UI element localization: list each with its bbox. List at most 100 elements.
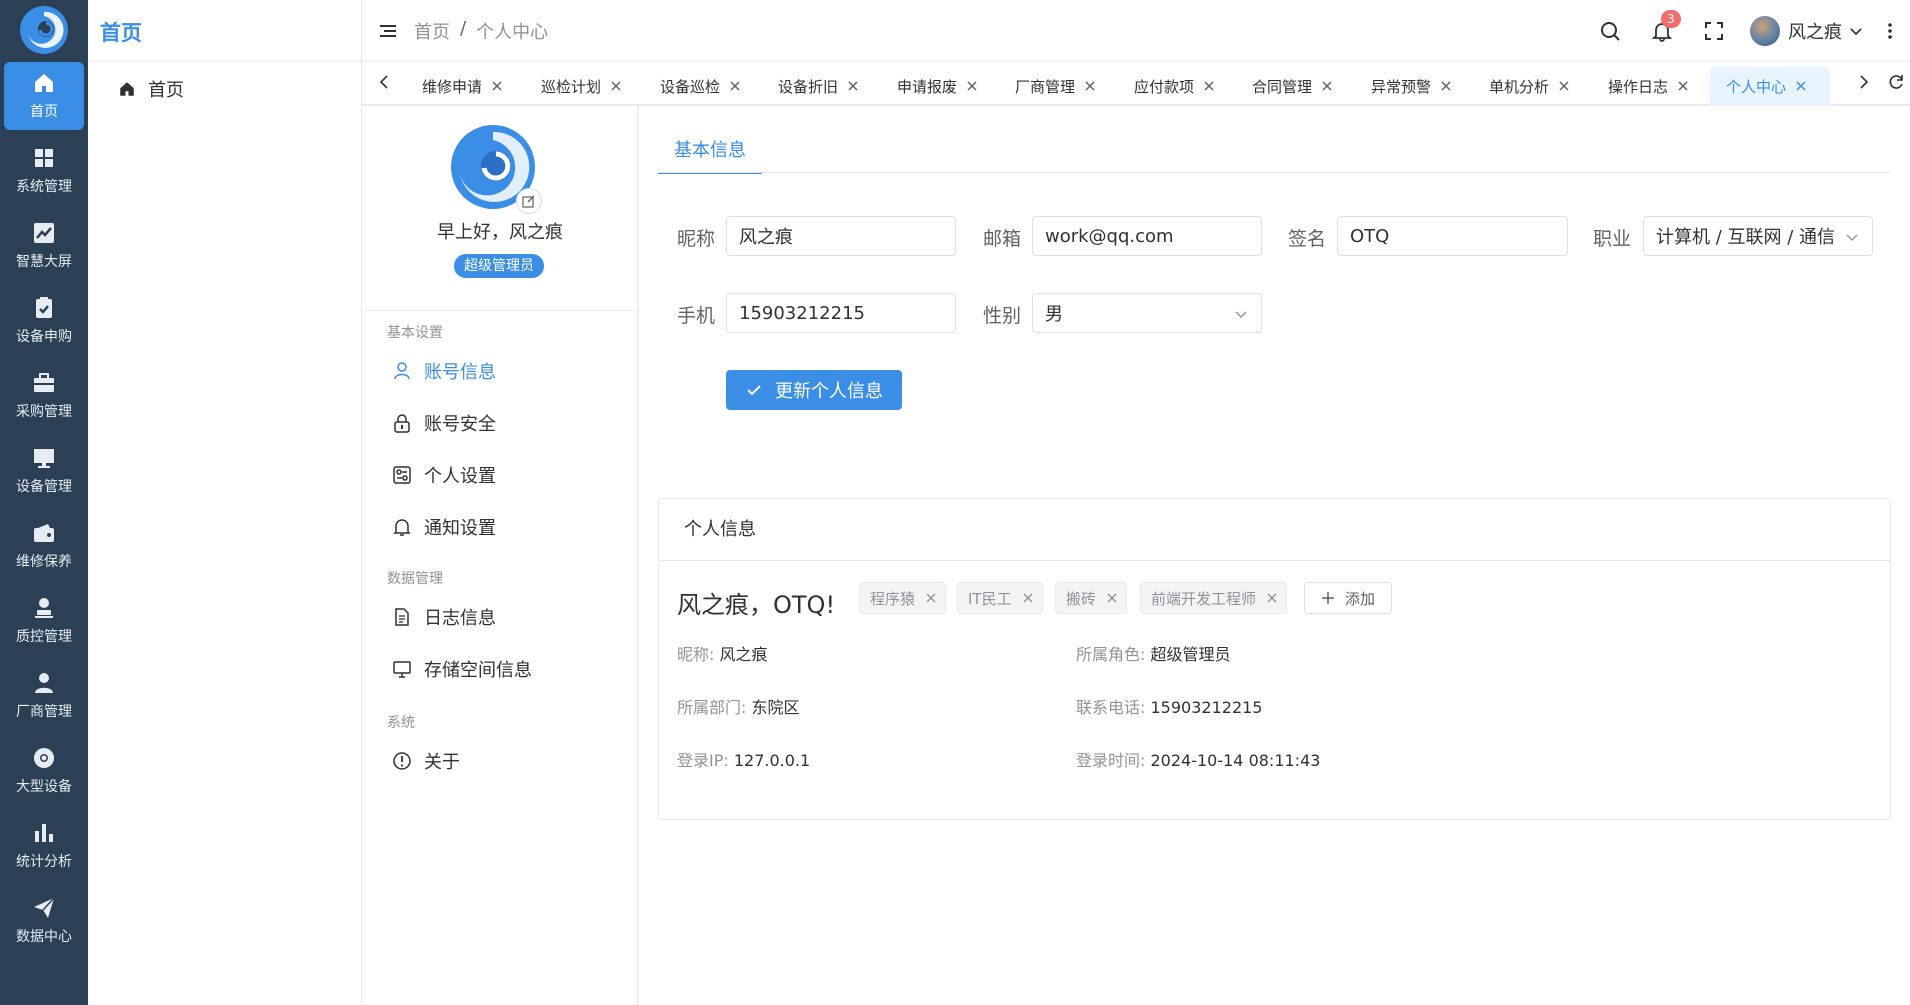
submenu-item-home[interactable]: 首页 <box>88 64 361 114</box>
chevron-down-icon[interactable] <box>1848 23 1864 39</box>
info-key: 登录时间: <box>1076 751 1146 770</box>
close-icon[interactable] <box>1106 592 1118 604</box>
tab-scrap-request[interactable]: 申请报废 <box>881 67 991 105</box>
gender-select[interactable]: 男 <box>1032 293 1262 333</box>
close-icon[interactable] <box>1439 79 1453 93</box>
close-icon[interactable] <box>1320 79 1334 93</box>
tab-inspection-plan[interactable]: 巡检计划 <box>525 67 635 105</box>
nav-label: 存储空间信息 <box>424 660 532 681</box>
breadcrumb-separator: / <box>460 17 467 39</box>
nav-personal-settings[interactable]: 个人设置 <box>392 460 496 490</box>
nav-account-security[interactable]: 账号安全 <box>392 408 496 438</box>
info-value: 风之痕 <box>719 645 768 664</box>
phone-value: 15903212215 <box>739 302 865 324</box>
rail-item-data-center[interactable]: 数据中心 <box>4 887 84 955</box>
tab-vendor-management[interactable]: 厂商管理 <box>999 67 1109 105</box>
chevron-down-icon <box>1846 234 1858 241</box>
job-value: 计算机 / 互联网 / 通信 <box>1656 227 1836 248</box>
nav-storage-info[interactable]: 存储空间信息 <box>392 654 532 684</box>
info-circle-icon <box>393 752 411 770</box>
rail-item-dashboard[interactable]: 智慧大屏 <box>4 212 84 280</box>
breadcrumb-home[interactable]: 首页 <box>414 18 450 44</box>
personal-info-card: 个人信息 风之痕，OTQ! 程序猿 IT民工 搬砖 前端开发工程师 添加 昵称:… <box>658 498 1891 820</box>
add-tag-button[interactable]: 添加 <box>1304 582 1392 614</box>
info-key: 联系电话: <box>1076 698 1146 717</box>
tab-depreciation[interactable]: 设备折旧 <box>762 67 872 105</box>
signature-value: OTQ <box>1350 225 1390 247</box>
rail-item-quality[interactable]: 质控管理 <box>4 587 84 655</box>
notification-button[interactable]: 3 <box>1651 10 1681 42</box>
close-icon[interactable] <box>1022 592 1034 604</box>
tab-basic-info[interactable]: 基本信息 <box>658 136 762 174</box>
nav-label: 账号信息 <box>424 362 496 383</box>
close-icon[interactable] <box>1557 79 1571 93</box>
header-username[interactable]: 风之痕 <box>1788 18 1842 44</box>
email-field[interactable]: work@qq.com <box>1032 216 1262 256</box>
edit-icon <box>522 195 535 208</box>
search-icon[interactable] <box>1599 20 1621 42</box>
close-icon[interactable] <box>1202 79 1216 93</box>
avatar[interactable] <box>1750 16 1780 46</box>
nickname-field[interactable]: 风之痕 <box>726 216 956 256</box>
close-icon[interactable] <box>1266 592 1278 604</box>
chevron-right-icon[interactable] <box>1854 72 1874 92</box>
edit-avatar-button[interactable] <box>516 188 542 214</box>
update-profile-button[interactable]: 更新个人信息 <box>726 370 902 410</box>
close-icon[interactable] <box>1083 79 1097 93</box>
rail-item-procurement[interactable]: 采购管理 <box>4 362 84 430</box>
greeting-text: 早上好，风之痕 <box>437 222 563 243</box>
tab-label: 个人中心 <box>1726 77 1787 96</box>
tab-label: 申请报废 <box>897 77 958 96</box>
close-icon[interactable] <box>490 79 504 93</box>
chevron-left-icon[interactable] <box>374 72 394 92</box>
tab-operation-log[interactable]: 操作日志 <box>1592 67 1702 105</box>
rail-item-equipment[interactable]: 设备管理 <box>4 437 84 505</box>
app-logo[interactable] <box>0 0 88 60</box>
close-icon[interactable] <box>1794 79 1808 93</box>
tab-payables[interactable]: 应付款项 <box>1118 67 1228 105</box>
rail-item-statistics[interactable]: 统计分析 <box>4 812 84 880</box>
tab-equipment-inspection[interactable]: 设备巡检 <box>644 67 754 105</box>
more-vertical-icon[interactable] <box>1880 21 1900 41</box>
rail-item-label: 设备管理 <box>16 479 72 495</box>
close-icon[interactable] <box>609 79 623 93</box>
nav-log-info[interactable]: 日志信息 <box>392 602 496 632</box>
close-icon[interactable] <box>965 79 979 93</box>
logo-icon <box>20 6 68 54</box>
tab-unit-analysis[interactable]: 单机分析 <box>1473 67 1583 105</box>
rail-item-home[interactable]: 首页 <box>4 62 84 130</box>
info-department: 所属部门: 东院区 <box>677 694 800 718</box>
tab-contracts[interactable]: 合同管理 <box>1236 67 1346 105</box>
group-title-data: 数据管理 <box>387 571 443 587</box>
rail-item-vendor[interactable]: 厂商管理 <box>4 662 84 730</box>
rail-item-maintenance[interactable]: 维修保养 <box>4 512 84 580</box>
rail-item-system[interactable]: 系统管理 <box>4 137 84 205</box>
tab-personal-center[interactable]: 个人中心 <box>1710 67 1830 105</box>
rail-item-purchase-request[interactable]: 设备申购 <box>4 287 84 355</box>
tab-alerts[interactable]: 异常预警 <box>1355 67 1465 105</box>
main-content: 基本信息 昵称 风之痕 邮箱 work@qq.com 签名 OTQ 职业 计算机… <box>639 106 1910 1005</box>
rail-item-large-equipment[interactable]: 大型设备 <box>4 737 84 805</box>
close-icon[interactable] <box>846 79 860 93</box>
tag-chip: 搬砖 <box>1055 582 1128 614</box>
tab-label: 异常预警 <box>1371 77 1432 96</box>
job-select[interactable]: 计算机 / 互联网 / 通信 <box>1643 216 1873 256</box>
fullscreen-icon[interactable] <box>1703 20 1725 42</box>
nav-account-info[interactable]: 账号信息 <box>392 356 496 386</box>
group-title-basic: 基本设置 <box>387 325 443 341</box>
nav-notification-settings[interactable]: 通知设置 <box>392 512 496 542</box>
user-icon <box>394 362 410 380</box>
close-icon[interactable] <box>925 592 937 604</box>
tab-repair-request[interactable]: 维修申请 <box>406 67 516 105</box>
info-nickname: 昵称: 风之痕 <box>677 641 768 665</box>
hamburger-icon[interactable] <box>378 21 398 41</box>
close-icon[interactable] <box>728 79 742 93</box>
monitor-icon <box>34 449 54 468</box>
nav-about[interactable]: 关于 <box>392 746 460 776</box>
rail-item-label: 智慧大屏 <box>16 254 72 270</box>
rail-item-label: 系统管理 <box>16 179 72 195</box>
refresh-icon[interactable] <box>1886 72 1906 92</box>
phone-field[interactable]: 15903212215 <box>726 293 956 333</box>
close-icon[interactable] <box>1676 79 1690 93</box>
signature-field[interactable]: OTQ <box>1337 216 1568 256</box>
